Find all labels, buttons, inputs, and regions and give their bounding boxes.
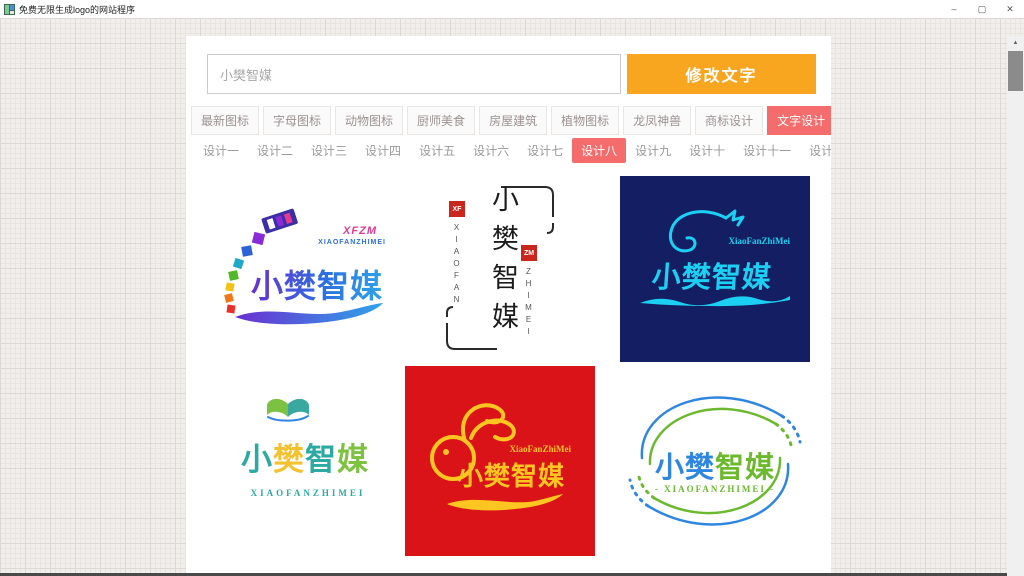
category-tab-letter[interactable]: 字母图标 (263, 106, 331, 135)
design-tab-1[interactable]: 设计一 (194, 138, 248, 163)
pixel-purple (252, 232, 265, 245)
design-tab-7[interactable]: 设计七 (518, 138, 572, 163)
pixel-blue (241, 245, 253, 257)
design-tab-6[interactable]: 设计六 (464, 138, 518, 163)
logo5-pinyin: XiaoFanZhiMei (509, 444, 571, 454)
logo6-pinyin: - XIAOFANZHIMEI - (620, 484, 810, 494)
category-tab-latest[interactable]: 最新图标 (191, 106, 259, 135)
logo4-char-2: 樊 (273, 442, 305, 477)
maximize-button[interactable]: ▢ (968, 0, 996, 18)
logo4-char-4: 媒 (337, 442, 369, 477)
window-controls: – ▢ ✕ (940, 0, 1024, 18)
design-tab-12[interactable]: 设计十二 (800, 138, 831, 163)
logo-text-input[interactable] (207, 54, 621, 94)
logo4-char-3: 智 (305, 442, 337, 477)
design-tab-8[interactable]: 设计八 (572, 138, 626, 163)
minimize-button[interactable]: – (940, 0, 968, 18)
category-tab-dragon[interactable]: 龙凤神兽 (623, 106, 691, 135)
design-tab-11[interactable]: 设计十一 (734, 138, 800, 163)
logo2-pinyin-right: ZHIMEI (524, 267, 533, 339)
category-tab-building[interactable]: 房屋建筑 (479, 106, 547, 135)
logo-card-book[interactable]: 小樊智媒 XIAOFANZHIMEI (213, 366, 403, 556)
logo4-wordmark: 小樊智媒 (241, 434, 369, 479)
swoosh-underline (233, 301, 385, 327)
design-tab-9[interactable]: 设计九 (626, 138, 680, 163)
design-tab-3[interactable]: 设计三 (302, 138, 356, 163)
category-tab-chef-food[interactable]: 厨师美食 (407, 106, 475, 135)
gold-swoosh-underline (445, 492, 565, 512)
pixel-green (228, 270, 239, 281)
logo-card-orbit[interactable]: 小樊智媒 - XIAOFANZHIMEI - (620, 366, 810, 556)
design-tab-4[interactable]: 设计四 (356, 138, 410, 163)
film-strip-icon (261, 208, 299, 236)
scrollbar-thumb[interactable] (1008, 51, 1023, 91)
logo6-chars-blue: 小樊 (655, 452, 715, 484)
category-tab-trademark[interactable]: 商标设计 (695, 106, 763, 135)
design-tabs: 设计一 设计二 设计三 设计四 设计五 设计六 设计七 设计八 设计九 设计十 … (194, 138, 819, 163)
category-tab-text-design[interactable]: 文字设计 (767, 106, 831, 135)
design-tab-2[interactable]: 设计二 (248, 138, 302, 163)
logo-card-navy-dragon[interactable]: XiaoFanZhiMei 小樊智媒 (620, 176, 810, 362)
window-title: 免费无限生成logo的网站程序 (19, 3, 135, 16)
logo4-pinyin: XIAOFANZHIMEI (213, 488, 403, 498)
logo6-chars-green: 智媒 (715, 452, 775, 484)
logo2-stamp-xf: XF (449, 201, 465, 217)
logo1-pinyin: XIAOFANZHIMEI (318, 239, 386, 246)
modify-text-button[interactable]: 修改文字 (627, 54, 816, 94)
category-tab-animal[interactable]: 动物图标 (335, 106, 403, 135)
vertical-scrollbar[interactable]: ▲ ▼ (1007, 36, 1024, 576)
logo-card-gradient-pixels[interactable]: XFZM XIAOFANZHIMEI 小樊智媒 (213, 173, 403, 363)
logo4-char-1: 小 (241, 442, 273, 477)
title-bar: 免费无限生成logo的网站程序 – ▢ ✕ (0, 0, 1024, 18)
app-icon (4, 4, 15, 15)
category-tab-plant[interactable]: 植物图标 (551, 106, 619, 135)
logo2-stamp-zm: ZM (521, 245, 537, 261)
open-book-icon (265, 398, 311, 424)
logo1-initials: XFZM (343, 225, 377, 237)
app-window: 免费无限生成logo的网站程序 – ▢ ✕ 修改文字 最新图标 字母图标 动物图… (0, 0, 1024, 576)
content-panel: 修改文字 最新图标 字母图标 动物图标 厨师美食 房屋建筑 植物图标 龙凤神兽 … (186, 36, 831, 576)
design-tab-5[interactable]: 设计五 (410, 138, 464, 163)
pixel-teal (233, 258, 244, 269)
logo-card-red-rabbit[interactable]: XiaoFanZhiMei 小樊智媒 (405, 366, 595, 556)
logo3-pinyin: XiaoFanZhiMei (728, 236, 790, 246)
close-button[interactable]: ✕ (996, 0, 1024, 18)
logo2-wordmark: 小樊智媒 (484, 185, 523, 341)
category-tabs: 最新图标 字母图标 动物图标 厨师美食 房屋建筑 植物图标 龙凤神兽 商标设计 … (191, 106, 826, 135)
logo3-wordmark: 小樊智媒 (651, 254, 774, 296)
page-background: 修改文字 最新图标 字母图标 动物图标 厨师美食 房屋建筑 植物图标 龙凤神兽 … (0, 18, 1024, 576)
scroll-up-arrow[interactable]: ▲ (1007, 36, 1024, 49)
logo5-wordmark: 小樊智媒 (457, 456, 565, 493)
wave-underline (640, 294, 790, 310)
logo6-wordmark: 小樊智媒 (620, 444, 810, 486)
logo-card-seal-script[interactable]: 小樊智媒 XF XIAOFAN ZM ZHIMEI (405, 173, 595, 363)
pixel-yellow (225, 282, 234, 291)
logo2-pinyin-left: XIAOFAN (452, 223, 461, 307)
design-tab-10[interactable]: 设计十 (680, 138, 734, 163)
